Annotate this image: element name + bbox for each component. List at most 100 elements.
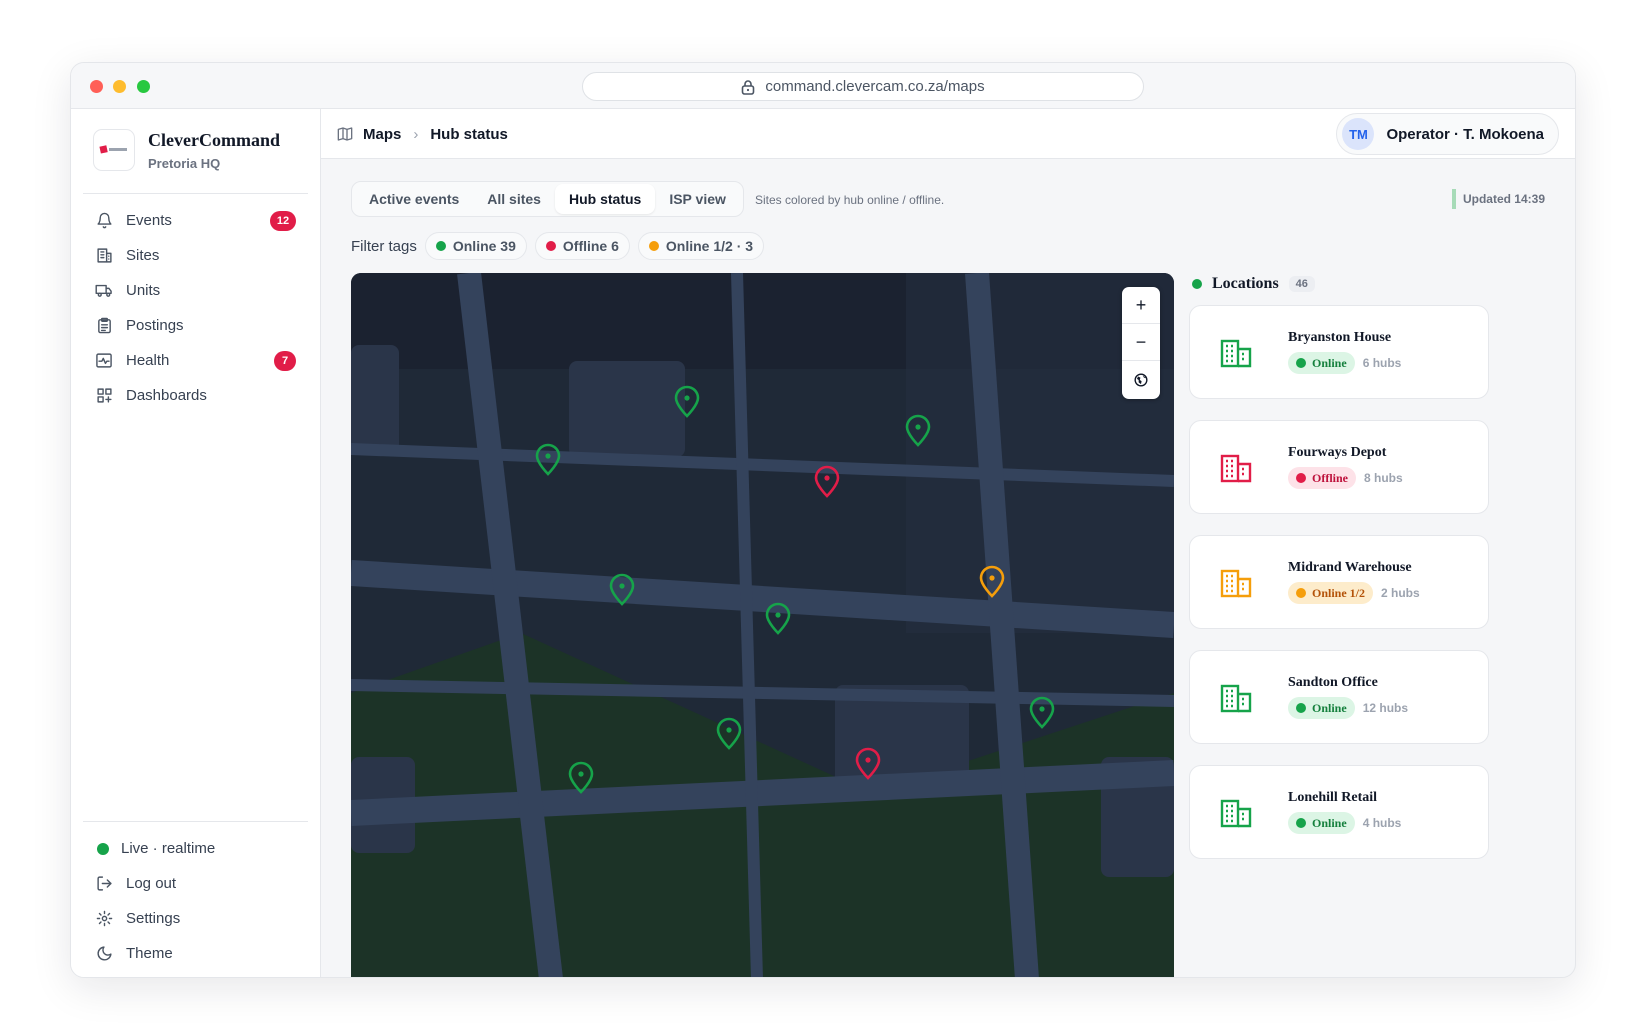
- map-pin-online[interactable]: [715, 717, 743, 751]
- map-zoom-controls: + −: [1122, 287, 1160, 399]
- tab-isp-view[interactable]: ISP view: [655, 184, 740, 214]
- chevron-right-icon: ›: [413, 125, 419, 143]
- map-pin-online[interactable]: [567, 761, 595, 795]
- operator-menu[interactable]: TM Operator · T. Mokoena: [1336, 113, 1559, 155]
- filter-chip-offline[interactable]: Offline 6: [534, 232, 630, 260]
- sidebar-item-units[interactable]: Units: [83, 273, 308, 308]
- filter-chip-partial[interactable]: Online 1/2 · 3: [637, 232, 765, 260]
- updated-timestamp: Updated 14:39: [1451, 189, 1545, 209]
- theme-button[interactable]: Theme: [83, 936, 308, 971]
- settings-label: Settings: [126, 910, 181, 927]
- tab-active-events[interactable]: Active events: [355, 184, 473, 214]
- theme-label: Theme: [126, 945, 173, 962]
- sidebar-footer: Live · realtime Log out Settings Theme: [83, 831, 308, 971]
- location-name: Midrand Warehouse: [1288, 560, 1412, 575]
- sidebar-item-dashboards[interactable]: Dashboards: [83, 378, 308, 413]
- status-dot: [1296, 473, 1306, 483]
- filter-chip-label: Online 39: [452, 238, 516, 254]
- minimize-window-button[interactable]: [113, 80, 126, 93]
- truck-icon: [95, 282, 113, 300]
- status-dot: [435, 241, 446, 251]
- sidebar-divider: [83, 193, 308, 194]
- lock-icon: [741, 79, 755, 95]
- filter-tags: Filter tags Online 39 Offline 6 Online 1…: [351, 231, 772, 261]
- status-label: Online: [1312, 355, 1347, 370]
- locations-header: Locations 46: [1189, 273, 1489, 295]
- status-dot: [1296, 703, 1306, 713]
- location-name: Sandton Office: [1288, 675, 1378, 690]
- hub-count: 6 hubs: [1362, 356, 1402, 370]
- location-card[interactable]: Midrand Warehouse Online 1/2 2 hubs: [1189, 535, 1489, 629]
- reset-view-button[interactable]: [1122, 361, 1160, 398]
- building-icon: [1220, 684, 1252, 713]
- tab-hub-status[interactable]: Hub status: [554, 184, 656, 214]
- building-icon: [95, 247, 113, 265]
- status-label: Online 1/2: [1312, 585, 1366, 600]
- filter-chip-online[interactable]: Online 39: [424, 232, 527, 260]
- brand[interactable]: CleverCommand Pretoria HQ: [93, 129, 280, 171]
- location-card[interactable]: Fourways Depot Offline 8 hubs: [1189, 420, 1489, 514]
- map-pin-online[interactable]: [1028, 696, 1056, 730]
- map-pin-partial[interactable]: [978, 565, 1006, 599]
- location-card[interactable]: Sandton Office Online 12 hubs: [1189, 650, 1489, 744]
- tab-all-sites[interactable]: All sites: [473, 184, 555, 214]
- map-streets: [351, 273, 1174, 977]
- sidebar-item-events[interactable]: Events 12: [83, 203, 308, 238]
- zoom-in-button[interactable]: +: [1122, 287, 1160, 324]
- logout-button[interactable]: Log out: [83, 866, 308, 901]
- sidebar-nav: Events 12 Sites Units Postings Health 7 …: [83, 203, 308, 413]
- status-label: Online: [1312, 700, 1347, 715]
- map-pin-offline[interactable]: [854, 747, 882, 781]
- map-pin-online[interactable]: [534, 443, 562, 477]
- tabs-description: Sites colored by hub online / offline.: [755, 193, 945, 207]
- breadcrumb-maps[interactable]: Maps: [363, 126, 401, 143]
- location-card[interactable]: Lonehill Retail Online 4 hubs: [1189, 765, 1489, 859]
- sidebar: CleverCommand Pretoria HQ Events 12 Site…: [71, 109, 321, 977]
- map-pin-online[interactable]: [608, 573, 636, 607]
- maximize-window-button[interactable]: [137, 80, 150, 93]
- sidebar-item-postings[interactable]: Postings: [83, 308, 308, 343]
- map-pin-online[interactable]: [673, 385, 701, 419]
- status-dot: [1296, 588, 1306, 598]
- top-bar: Maps › Hub status TM Operator · T. Mokoe…: [321, 109, 1575, 159]
- map-pin-offline[interactable]: [813, 465, 841, 499]
- avatar: TM: [1342, 118, 1375, 150]
- sidebar-footer-divider: [83, 821, 308, 822]
- status-label: Online: [1312, 815, 1347, 830]
- sidebar-item-label: Health: [126, 352, 170, 369]
- filter-chip-label: Offline 6: [562, 238, 619, 254]
- breadcrumb-current: Hub status: [430, 125, 508, 143]
- location-card[interactable]: Bryanston House Online 6 hubs: [1189, 305, 1489, 399]
- settings-button[interactable]: Settings: [83, 901, 308, 936]
- sidebar-item-label: Dashboards: [126, 387, 207, 404]
- zoom-out-button[interactable]: −: [1122, 324, 1160, 361]
- hub-status-map[interactable]: + −: [351, 273, 1174, 977]
- operator-label: Operator · T. Mokoena: [1386, 125, 1544, 143]
- filter-tags-label: Filter tags: [351, 237, 417, 255]
- health-count-badge: 7: [274, 351, 296, 371]
- location-name: Bryanston House: [1288, 330, 1392, 345]
- bell-icon: [95, 212, 113, 230]
- sidebar-item-label: Units: [126, 282, 161, 299]
- address-bar[interactable]: command.clevercam.co.za/maps: [582, 72, 1144, 101]
- gear-icon: [95, 910, 113, 928]
- building-icon: [1220, 569, 1252, 598]
- close-window-button[interactable]: [90, 80, 103, 93]
- browser-titlebar: command.clevercam.co.za/maps: [71, 63, 1575, 109]
- status-badge: Online: [1288, 697, 1355, 719]
- sidebar-item-sites[interactable]: Sites: [83, 238, 308, 273]
- map-icon: [337, 126, 353, 142]
- locations-title: Locations: [1212, 275, 1279, 292]
- map-pin-online[interactable]: [904, 414, 932, 448]
- brand-subtitle: Pretoria HQ: [148, 155, 221, 171]
- live-status-dot: [97, 842, 109, 855]
- hub-count: 12 hubs: [1362, 701, 1409, 715]
- view-tabs: Active events All sites Hub status ISP v…: [351, 181, 744, 217]
- sidebar-item-health[interactable]: Health 7: [83, 343, 308, 378]
- browser-window: command.clevercam.co.za/maps CleverComma…: [70, 62, 1576, 978]
- status-badge: Online 1/2: [1288, 582, 1374, 604]
- status-dot: [648, 241, 659, 251]
- dashboard-icon: [95, 387, 113, 405]
- map-pin-online[interactable]: [764, 602, 792, 636]
- hub-count: 4 hubs: [1362, 816, 1402, 830]
